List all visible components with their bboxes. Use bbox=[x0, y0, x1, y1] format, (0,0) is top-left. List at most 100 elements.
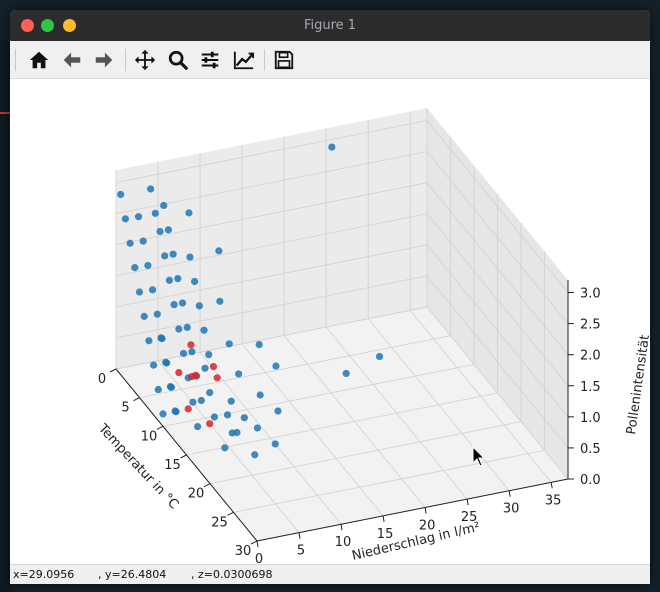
scatter-point bbox=[209, 362, 218, 371]
x-tick-label: 30 bbox=[235, 544, 252, 559]
x-tick-label: 5 bbox=[121, 401, 129, 416]
y-tick-label: 5 bbox=[297, 544, 305, 559]
scatter-point bbox=[251, 451, 259, 459]
scatter-point bbox=[375, 352, 384, 361]
edit-axis-button[interactable] bbox=[229, 45, 259, 75]
scatter-point bbox=[160, 201, 168, 210]
z-tick-label: 0.5 bbox=[580, 442, 601, 457]
home-icon bbox=[29, 51, 49, 69]
home-button[interactable] bbox=[24, 45, 54, 75]
scatter-point bbox=[206, 420, 214, 428]
scatter-point bbox=[227, 397, 235, 405]
cursor-y-readout: , y=26.4804 bbox=[98, 568, 167, 581]
y-axis-label: Niederschlag in l/m² bbox=[351, 520, 482, 564]
scatter-point bbox=[126, 239, 134, 247]
scatter-point bbox=[186, 253, 194, 261]
cursor-x-readout: x=29.0956 bbox=[13, 568, 75, 581]
scatter-point bbox=[140, 312, 148, 320]
scatter-point bbox=[162, 358, 170, 366]
scatter-point bbox=[156, 227, 164, 236]
scatter-point bbox=[235, 370, 243, 378]
scatter-point bbox=[178, 299, 187, 307]
scatter-point bbox=[175, 325, 183, 333]
scatter-point bbox=[145, 337, 153, 345]
scatter-point bbox=[205, 351, 213, 359]
y-tick-mark bbox=[256, 540, 259, 548]
move-icon bbox=[134, 49, 156, 71]
scatter-point bbox=[200, 326, 208, 334]
scatter-point bbox=[206, 389, 214, 397]
scatter-point bbox=[215, 247, 223, 255]
scatter-point bbox=[328, 143, 336, 151]
configure-subplots-button[interactable] bbox=[195, 45, 225, 75]
z-tick-label: 1.5 bbox=[580, 380, 601, 395]
x-tick-mark bbox=[203, 483, 211, 488]
y-tick-mark bbox=[508, 490, 511, 497]
scatter-point bbox=[153, 310, 161, 318]
scatter-point bbox=[184, 405, 192, 413]
z-tick-label: 3.0 bbox=[580, 287, 601, 302]
scatter-3d-plot[interactable]: 051015202530051015202530350.00.51.01.52.… bbox=[10, 79, 650, 564]
scatter-point bbox=[174, 275, 182, 283]
toolbar-separator bbox=[125, 49, 126, 71]
figure-canvas[interactable]: 0 5 10 15 20 25 30 0 5 10 15 20 25 30 35 0.0 0.5 1.0 1.5 2.… bbox=[10, 79, 650, 564]
scatter-point bbox=[159, 410, 167, 418]
arrow-right-icon bbox=[95, 52, 113, 68]
scatter-point bbox=[171, 407, 179, 415]
navigation-toolbar bbox=[10, 41, 650, 79]
scatter-point bbox=[256, 391, 264, 399]
scatter-point bbox=[169, 250, 177, 258]
y-tick-label: 0 bbox=[255, 552, 263, 564]
window-titlebar[interactable]: Figure 1 bbox=[10, 10, 650, 41]
x-tick-mark bbox=[227, 511, 234, 516]
scatter-point bbox=[342, 369, 350, 378]
scatter-point bbox=[188, 348, 196, 356]
x-tick-mark bbox=[180, 454, 187, 459]
zoom-button[interactable] bbox=[163, 45, 193, 75]
z-axis-label: Pollenintensität bbox=[624, 334, 650, 436]
scatter-point bbox=[225, 340, 233, 348]
scatter-point bbox=[139, 237, 147, 245]
toolbar-grip bbox=[15, 49, 16, 71]
x-tick-mark bbox=[250, 540, 258, 545]
scatter-point bbox=[194, 422, 202, 431]
forward-button[interactable] bbox=[89, 45, 119, 75]
back-button[interactable] bbox=[57, 45, 87, 75]
scatter-point bbox=[170, 301, 178, 309]
scatter-point bbox=[157, 334, 165, 342]
scatter-point bbox=[221, 444, 229, 452]
pan-button[interactable] bbox=[130, 45, 160, 75]
toolbar-separator bbox=[264, 49, 265, 71]
scatter-point bbox=[201, 364, 209, 372]
x-tick-mark bbox=[133, 397, 140, 402]
sliders-icon bbox=[201, 51, 219, 69]
scatter-point bbox=[150, 361, 158, 369]
scatter-point bbox=[183, 323, 191, 331]
scatter-point bbox=[144, 261, 152, 270]
z-tick-label: 2.5 bbox=[580, 318, 601, 333]
scatter-point bbox=[255, 340, 263, 349]
scatter-point bbox=[151, 209, 159, 217]
scatter-point bbox=[154, 385, 162, 394]
save-button[interactable] bbox=[269, 45, 299, 75]
arrow-left-icon bbox=[63, 52, 81, 68]
scatter-point bbox=[189, 398, 197, 406]
scatter-point bbox=[165, 276, 174, 284]
desktop-background: Figure 1 0 5 10 15 20 25 30 0 5 10 15 20… bbox=[0, 0, 660, 592]
scatter-point bbox=[213, 374, 221, 382]
y-tick-mark bbox=[340, 524, 343, 531]
scatter-point bbox=[272, 362, 280, 370]
scatter-point bbox=[117, 190, 125, 199]
search-icon bbox=[168, 50, 188, 70]
scatter-point bbox=[166, 383, 175, 391]
scatter-point bbox=[131, 264, 139, 272]
scatter-point bbox=[195, 302, 203, 310]
scatter-point bbox=[253, 424, 262, 432]
scatter-point bbox=[175, 368, 183, 377]
scatter-point bbox=[192, 371, 200, 380]
figure-window: Figure 1 0 5 10 15 20 25 30 0 5 10 15 20… bbox=[10, 10, 650, 584]
cursor-z-readout: , z=0.0300698 bbox=[191, 568, 273, 581]
y-tick-label: 30 bbox=[503, 502, 520, 517]
x-tick-label: 25 bbox=[211, 515, 228, 530]
y-tick-label: 35 bbox=[545, 493, 562, 508]
